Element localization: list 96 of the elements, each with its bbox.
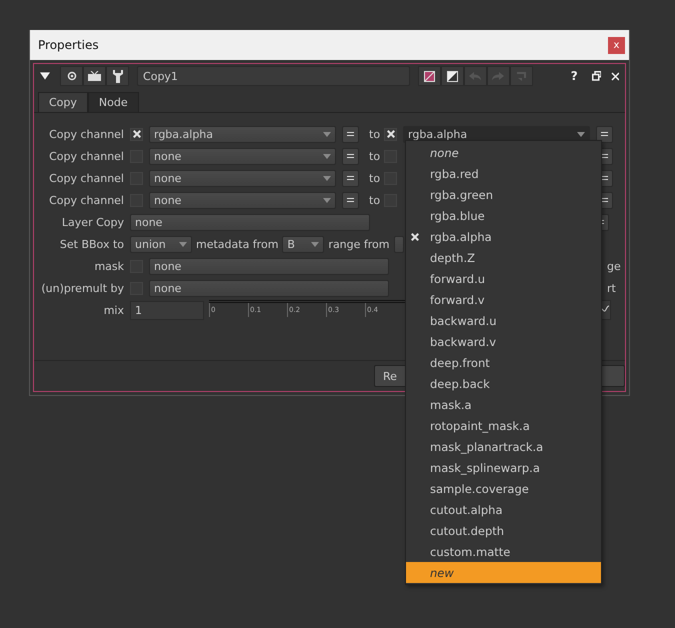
- equals-icon: [601, 198, 608, 202]
- metadata-dropdown[interactable]: B: [282, 236, 324, 252]
- to-label: to: [369, 128, 380, 140]
- equals-icon: [347, 176, 354, 180]
- menu-item[interactable]: rgba.alpha: [406, 226, 601, 247]
- caret-icon: [577, 132, 586, 136]
- menu-item[interactable]: backward.v: [406, 331, 601, 352]
- to-label: to: [369, 150, 380, 162]
- field-label: mix: [102, 304, 125, 316]
- bbox-dropdown[interactable]: union: [130, 236, 192, 252]
- menu-item[interactable]: cutout.depth: [406, 520, 601, 541]
- caret-icon: [323, 132, 331, 136]
- menu-item[interactable]: none: [406, 142, 601, 163]
- link-button[interactable]: [342, 126, 359, 142]
- link-button[interactable]: [342, 192, 359, 208]
- checkbox[interactable]: [384, 128, 398, 140]
- link-button[interactable]: [596, 126, 614, 142]
- caret-icon: [323, 154, 331, 158]
- equals-icon: [347, 198, 354, 202]
- cross-icon: [386, 129, 396, 139]
- field-label: range from: [328, 238, 390, 250]
- cross-icon: [410, 232, 420, 242]
- channel-dropdown[interactable]: none: [149, 192, 336, 208]
- field-label: Copy channel: [48, 172, 125, 184]
- menu-item[interactable]: new: [406, 562, 601, 583]
- field-label: ge: [607, 260, 621, 272]
- channel-dropdown[interactable]: none: [149, 148, 336, 164]
- float-icon[interactable]: [592, 71, 601, 81]
- menu-item[interactable]: forward.v: [406, 289, 601, 310]
- field-label: Copy channel: [48, 150, 125, 162]
- menu-item[interactable]: rgba.red: [406, 163, 601, 184]
- collapse-icon[interactable]: [40, 72, 50, 80]
- field-label: Copy channel: [48, 128, 125, 140]
- field-label: mask: [93, 260, 125, 272]
- node-button[interactable]: [83, 66, 106, 86]
- close-icon[interactable]: [610, 72, 619, 80]
- menu-item[interactable]: forward.u: [406, 268, 601, 289]
- ring-icon: [66, 71, 77, 81]
- caret-icon: [323, 198, 331, 202]
- footer-button[interactable]: Re: [374, 365, 408, 387]
- undo-icon: [469, 72, 482, 80]
- color-button[interactable]: [440, 66, 464, 86]
- color-button[interactable]: [418, 66, 441, 86]
- viewer-button[interactable]: [60, 66, 84, 86]
- swatch-icon: [446, 70, 458, 82]
- field-label: Set BBox to: [58, 238, 125, 250]
- cross-icon: [132, 129, 142, 139]
- checkbox[interactable]: [130, 128, 143, 140]
- to-label: to: [369, 194, 380, 206]
- field-label: (un)premult by: [40, 282, 125, 294]
- field-label: rt: [607, 282, 616, 294]
- menu-item[interactable]: deep.back: [406, 373, 601, 394]
- equals-icon: [601, 154, 608, 158]
- equals-icon: [347, 132, 354, 136]
- layer-dropdown[interactable]: none: [130, 214, 370, 230]
- caret-icon: [323, 176, 331, 180]
- menu-item[interactable]: sample.coverage: [406, 478, 601, 499]
- channel-dropdown[interactable]: none: [149, 258, 389, 274]
- swatch-icon: [424, 70, 435, 82]
- tab[interactable]: Copy: [38, 92, 88, 112]
- help-button[interactable]: ?: [566, 69, 582, 83]
- menu-item[interactable]: custom.matte: [406, 541, 601, 562]
- channel-dropdown[interactable]: none: [149, 280, 389, 296]
- mix-field[interactable]: 1: [130, 300, 204, 320]
- menu-item[interactable]: rgba.green: [406, 184, 601, 205]
- menu-item[interactable]: mask.a: [406, 394, 601, 415]
- caret-icon: [179, 242, 187, 246]
- window-title: Properties: [38, 38, 99, 52]
- field-label: Layer Copy: [60, 216, 125, 228]
- menu-item[interactable]: deep.front: [406, 352, 601, 373]
- tv-icon: [88, 70, 102, 82]
- menu-item[interactable]: mask_planartrack.a: [406, 436, 601, 457]
- link-button[interactable]: [342, 148, 359, 164]
- redo-icon: [492, 72, 504, 80]
- field-label: Copy channel: [48, 194, 125, 206]
- settings-button[interactable]: [106, 66, 130, 86]
- wrench-icon: [112, 70, 123, 82]
- menu-item[interactable]: rotopaint_mask.a: [406, 415, 601, 436]
- menu-item[interactable]: cutout.alpha: [406, 499, 601, 520]
- node-name-field[interactable]: Copy1: [137, 66, 410, 86]
- tab[interactable]: Node: [88, 92, 139, 112]
- equals-icon: [601, 132, 608, 136]
- channel-dropdown[interactable]: rgba.alpha: [149, 126, 336, 142]
- menu-item[interactable]: backward.u: [406, 310, 601, 331]
- revert-icon: [516, 70, 527, 82]
- to-label: to: [369, 172, 380, 184]
- channel-dropdown[interactable]: none: [149, 170, 336, 186]
- equals-icon: [347, 154, 354, 158]
- close-button[interactable]: x: [608, 36, 625, 54]
- field-label: metadata from: [196, 238, 278, 250]
- menu-item[interactable]: rgba.blue: [406, 205, 601, 226]
- menu-item[interactable]: depth.Z: [406, 247, 601, 268]
- link-button[interactable]: [342, 170, 359, 186]
- equals-icon: [601, 176, 608, 180]
- menu-item[interactable]: mask_splinewarp.a: [406, 457, 601, 478]
- caret-icon: [311, 242, 320, 246]
